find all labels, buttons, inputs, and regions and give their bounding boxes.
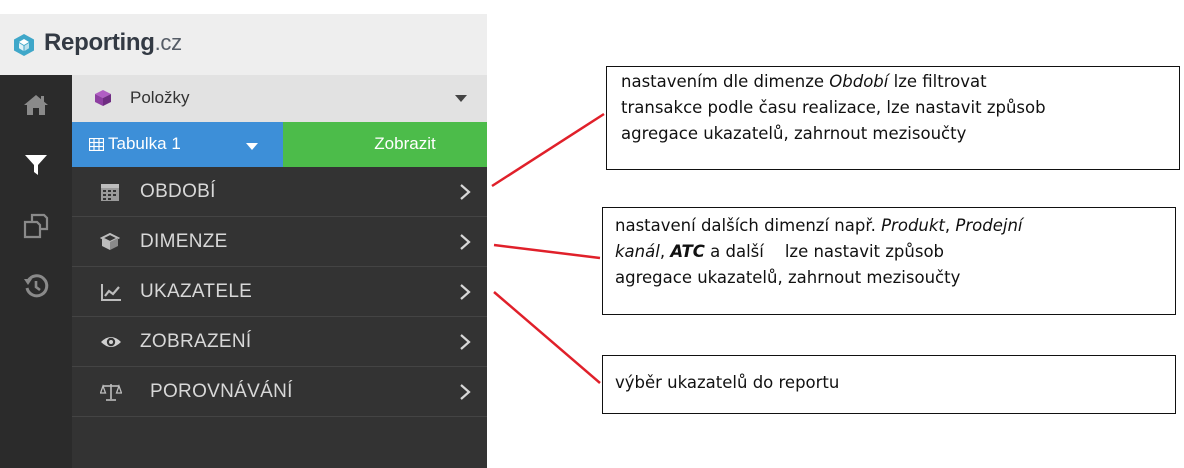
home-icon bbox=[24, 95, 48, 115]
filter-icon bbox=[25, 155, 47, 175]
annotation-dimenze: nastavení dalších dimenzí např. Produkt,… bbox=[602, 207, 1176, 315]
annotation-line: nastavením dle dimenze Období lze filtro… bbox=[621, 72, 987, 91]
eye-icon bbox=[101, 337, 121, 347]
arrow-line bbox=[493, 243, 601, 260]
annotation-line: transakce podle času realizace, lze nast… bbox=[621, 98, 1046, 117]
menu-item-label: UKAZATELE bbox=[140, 281, 253, 302]
caret-down-icon bbox=[246, 143, 258, 150]
copy-icon bbox=[23, 213, 49, 239]
show-button[interactable]: Zobrazit bbox=[283, 122, 487, 167]
menu-item-zobrazeni[interactable]: ZOBRAZENÍ bbox=[72, 317, 487, 367]
menu-item-obdobi[interactable]: OBDOBÍ bbox=[72, 167, 487, 217]
sidebar-iconbar bbox=[0, 75, 72, 468]
cube-icon bbox=[95, 90, 111, 106]
calendar-icon bbox=[101, 184, 119, 201]
reporting-app: Reporting.cz Položky Tabulka 1 Zobrazit … bbox=[0, 0, 487, 468]
logo-icon bbox=[14, 34, 34, 56]
cube-icon bbox=[100, 232, 120, 250]
menu-item-label: OBDOBÍ bbox=[140, 181, 216, 202]
filter-panel: Položky Tabulka 1 Zobrazit OBDOBÍ DIMENZ… bbox=[72, 75, 487, 468]
menu-item-ukazatele[interactable]: UKAZATELE bbox=[72, 267, 487, 317]
annotation-obdobi: nastavením dle dimenze Období lze filtro… bbox=[606, 66, 1180, 170]
items-selector[interactable]: Položky bbox=[72, 75, 487, 122]
annotation-line: výběr ukazatelů do reportu bbox=[615, 373, 840, 392]
scales-icon bbox=[100, 384, 122, 401]
history-icon bbox=[24, 274, 49, 298]
menu-item-label: ZOBRAZENÍ bbox=[140, 331, 252, 352]
menu-item-porovnavani[interactable]: POROVNÁVÁNÍ bbox=[72, 367, 487, 417]
arrow-line bbox=[491, 112, 605, 188]
items-selector-label: Položky bbox=[130, 88, 190, 107]
logo-bar: Reporting.cz bbox=[0, 14, 487, 75]
table-icon bbox=[89, 138, 104, 151]
logo-text[interactable]: Reporting.cz bbox=[44, 29, 182, 57]
sidebar-copy[interactable] bbox=[0, 201, 72, 251]
sidebar-history[interactable] bbox=[0, 261, 72, 311]
show-button-label: Zobrazit bbox=[374, 134, 436, 153]
table-selector[interactable]: Tabulka 1 bbox=[72, 122, 283, 167]
menu-item-dimenze[interactable]: DIMENZE bbox=[72, 217, 487, 267]
menu-item-label: POROVNÁVÁNÍ bbox=[150, 381, 293, 402]
sidebar-filter[interactable] bbox=[0, 140, 72, 190]
chevron-right-icon bbox=[460, 384, 471, 400]
annotation-line: agregace ukazatelů, zahrnout mezisoučty bbox=[615, 268, 961, 287]
sidebar-home[interactable] bbox=[0, 80, 72, 130]
annotation-ukazatele: výběr ukazatelů do reportu bbox=[602, 355, 1176, 414]
chevron-right-icon bbox=[460, 184, 471, 200]
annotation-line: nastavení dalších dimenzí např. Produkt,… bbox=[615, 216, 1023, 235]
line-chart-icon bbox=[101, 284, 121, 301]
annotation-line: agregace ukazatelů, zahrnout mezisoučty bbox=[621, 124, 967, 143]
table-selector-label: Tabulka 1 bbox=[108, 134, 181, 153]
chevron-right-icon bbox=[460, 334, 471, 350]
chevron-right-icon bbox=[460, 284, 471, 300]
caret-down-icon bbox=[455, 95, 467, 102]
chevron-right-icon bbox=[460, 234, 471, 250]
menu-item-label: DIMENZE bbox=[140, 231, 228, 252]
arrow-line bbox=[493, 291, 601, 384]
annotation-line: kanál, ATC a další lze nastavit způsob bbox=[615, 242, 945, 261]
